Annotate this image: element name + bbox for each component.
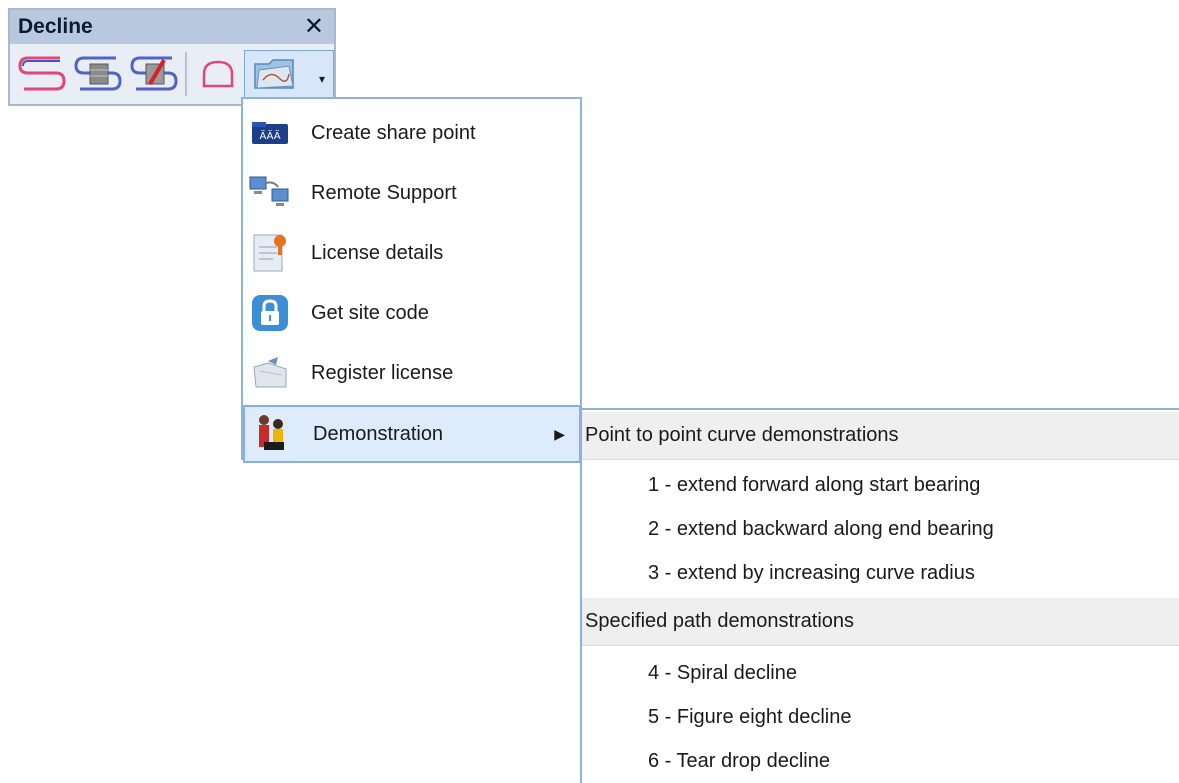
tool-row: ▾	[10, 44, 334, 104]
svg-text:ÄÄÄ: ÄÄÄ	[259, 129, 280, 142]
submenu-item-tear-drop-decline[interactable]: 6 - Tear drop decline	[648, 741, 830, 781]
menu-item-remote-support[interactable]: Remote Support	[243, 164, 580, 222]
title-bar[interactable]: Decline ✕	[10, 10, 334, 44]
menu-item-create-share-point[interactable]: ÄÄÄ Create share point	[243, 104, 580, 162]
submenu-item-extend-backward[interactable]: 2 - extend backward along end bearing	[648, 509, 994, 549]
section-header-point-to-point: Point to point curve demonstrations	[582, 412, 1179, 460]
chevron-down-icon: ▾	[318, 72, 325, 86]
share-point-folder-icon: ÄÄÄ	[247, 110, 293, 156]
menu-item-get-site-code[interactable]: Get site code	[243, 284, 580, 342]
remote-computers-icon	[247, 170, 293, 216]
toolbar-separator	[185, 52, 187, 96]
outline-shape-pink-icon[interactable]	[190, 50, 246, 98]
demonstration-submenu: Point to point curve demonstrations 1 - …	[580, 408, 1179, 783]
submenu-item-extend-forward[interactable]: 1 - extend forward along start bearing	[648, 465, 980, 505]
folder-register-icon	[247, 350, 293, 396]
tools-dropdown-button[interactable]: ▾	[244, 50, 334, 102]
s-curve-gray-icon[interactable]	[70, 50, 126, 98]
demonstration-figures-icon	[249, 411, 295, 457]
lock-icon	[247, 290, 293, 336]
menu-item-register-license[interactable]: Register license	[243, 344, 580, 402]
submenu-arrow-icon: ▶	[554, 425, 565, 442]
window-title: Decline	[18, 15, 93, 38]
menu-item-license-details[interactable]: License details	[243, 224, 580, 282]
decline-toolbar-window: Decline ✕ ▾	[8, 8, 336, 106]
submenu-item-spiral-decline[interactable]: 4 - Spiral decline	[648, 653, 797, 693]
folder-map-icon	[253, 56, 297, 97]
submenu-item-extend-radius[interactable]: 3 - extend by increasing curve radius	[648, 553, 975, 593]
s-curve-red-pencil-icon[interactable]	[126, 50, 182, 98]
section-header-specified-path: Specified path demonstrations	[582, 598, 1179, 646]
submenu-item-figure-eight-decline[interactable]: 5 - Figure eight decline	[648, 697, 851, 737]
s-curve-pink-blue-icon[interactable]	[14, 50, 70, 98]
menu-item-demonstration[interactable]: Demonstration ▶	[243, 405, 581, 463]
close-icon[interactable]: ✕	[304, 15, 324, 39]
dropdown-menu: ÄÄÄ Create share point Remote Support Li…	[241, 97, 582, 463]
license-certificate-icon	[247, 230, 293, 276]
